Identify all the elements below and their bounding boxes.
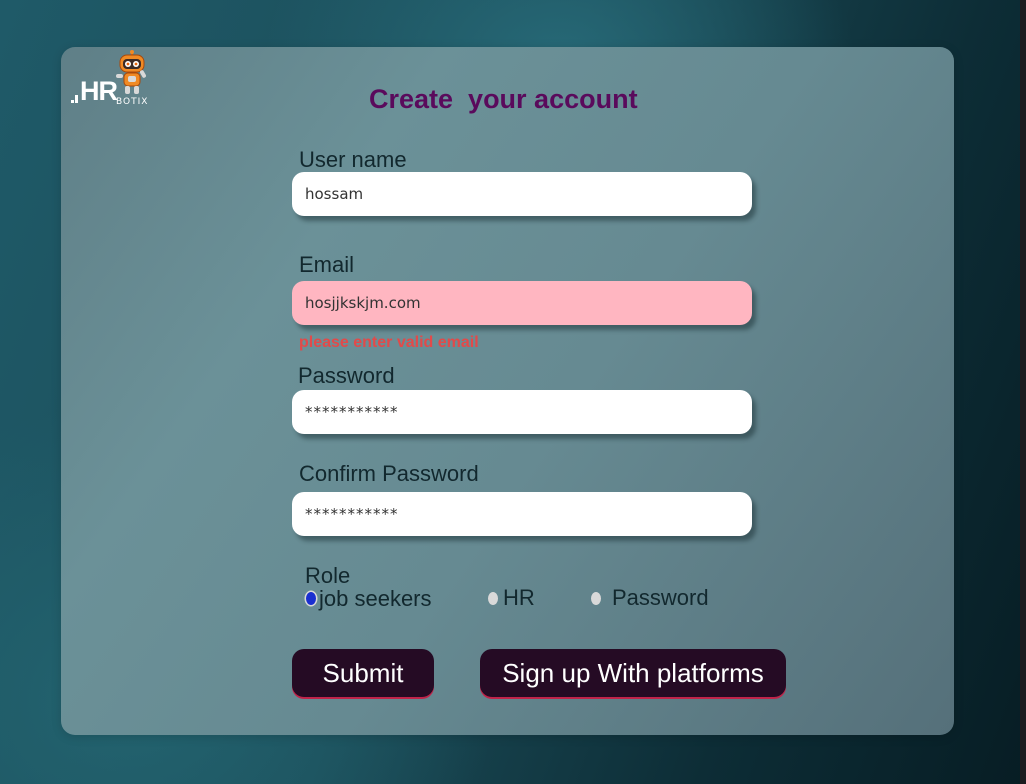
email-input[interactable] (292, 281, 752, 325)
radio-password[interactable] (591, 592, 601, 605)
sign-up-with-platforms-button[interactable]: Sign up With platforms (480, 649, 786, 697)
radio-job-seekers[interactable] (306, 592, 316, 605)
hrbotix-logo: HR BOTIX (71, 50, 163, 110)
logo-dots-icon (71, 95, 78, 103)
robot-mascot-icon (116, 50, 146, 94)
confirm-password-input[interactable] (292, 492, 752, 536)
submit-button[interactable]: Submit (292, 649, 434, 697)
email-error-message: please enter valid email (299, 334, 479, 351)
page-title: Create your account (369, 84, 638, 114)
username-label: User name (299, 147, 407, 172)
logo-botix-text: BOTIX (116, 97, 149, 107)
window-edge (1020, 0, 1026, 784)
role-option-label: HR (503, 585, 535, 610)
radio-hr[interactable] (488, 592, 498, 605)
confirm-password-label: Confirm Password (299, 461, 479, 486)
role-option-label: job seekers (319, 586, 432, 611)
logo-hr-text: HR (80, 76, 118, 106)
role-label: Role (305, 563, 351, 588)
username-input[interactable] (292, 172, 752, 216)
role-option-label: Password (612, 585, 709, 610)
password-label: Password (298, 363, 395, 388)
email-label: Email (299, 252, 355, 277)
password-input[interactable] (292, 390, 752, 434)
